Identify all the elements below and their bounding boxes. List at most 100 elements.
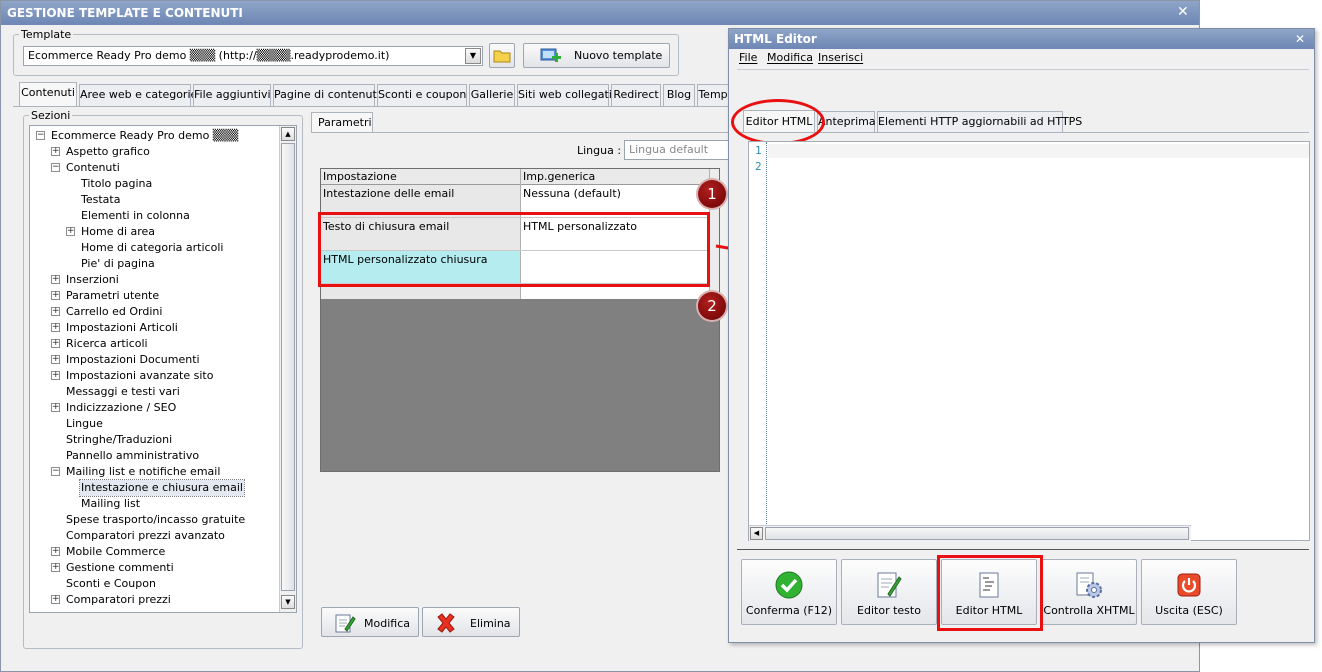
template-combo[interactable]: Ecommerce Ready Pro demo ▒▒▒ (http://▒▒▒… [23, 46, 483, 66]
tab-label: File aggiuntivi [194, 88, 271, 101]
editor-testo-button[interactable]: Editor testo [841, 559, 937, 625]
tab-elementi-http-label: Elementi HTTP aggiornabili ad HTTPS [878, 115, 1083, 128]
menu-file[interactable]: File [739, 51, 757, 64]
tab-parametri[interactable]: Parametri [311, 112, 373, 133]
main-window-close-icon[interactable]: ✕ [1177, 1, 1193, 23]
new-template-button[interactable]: Nuovo template [523, 43, 670, 68]
expand-icon[interactable]: + [51, 563, 60, 572]
elimina-button[interactable]: Elimina [422, 607, 520, 637]
grid-header-impostazione: Impostazione [321, 169, 521, 185]
lingua-combo[interactable]: Lingua default [624, 140, 729, 160]
editor-h-scrollbar[interactable]: ◀ [749, 525, 1191, 541]
annotation-badge-1: 1 [698, 180, 726, 208]
expand-icon[interactable]: + [51, 403, 60, 412]
html-editor-window: HTML Editor ✕ File Modifica Inserisci Ed… [728, 28, 1315, 643]
modifica-label: Modifica [364, 617, 410, 630]
tab-parametri-label: Parametri [318, 116, 372, 129]
folder-button[interactable] [489, 43, 515, 68]
tab-file-aggiuntivi[interactable]: File aggiuntivi [193, 84, 271, 106]
tree-item-label: Comparatori prezzi avanzato [66, 529, 225, 542]
main-tabstrip: Contenuti Aree web e categorie File aggi… [19, 82, 729, 106]
html-code-editor[interactable]: 1 2 ◀ [748, 141, 1310, 541]
combo-dropdown-arrow-icon[interactable]: ▼ [465, 48, 481, 64]
grid-cell-value[interactable]: Nessuna (default) [521, 185, 709, 202]
tab-anteprima-label: Anteprima [818, 115, 876, 128]
tree-item-label: Sconti e Coupon [66, 577, 156, 590]
tab-blog[interactable]: Blog [663, 84, 695, 106]
expand-icon[interactable]: + [51, 323, 60, 332]
tree-item-label: Aspetto grafico [66, 145, 150, 158]
lingua-placeholder: Lingua default [629, 143, 709, 156]
expand-icon[interactable]: + [51, 595, 60, 604]
edit-icon [335, 614, 356, 633]
tab-contenuti[interactable]: Contenuti [19, 82, 77, 106]
tab-template[interactable]: Temp [697, 84, 729, 106]
tab-redirect[interactable]: Redirect [611, 84, 661, 106]
expand-icon[interactable]: + [51, 371, 60, 380]
scroll-up-icon[interactable]: ▲ [281, 127, 295, 141]
annotation-oval-editor-tab [731, 99, 825, 145]
sections-tree[interactable]: − Ecommerce Ready Pro demo ▒▒▒ + Aspetto gr… [29, 125, 297, 613]
tree-item-label: Stringhe/Traduzioni [66, 433, 173, 446]
tab-sconti-coupon[interactable]: Sconti e coupon [377, 84, 467, 106]
line-number: 1 [755, 144, 762, 157]
tab-siti-web-collegati[interactable]: Siti web collegati [517, 84, 612, 106]
line-number: 2 [755, 160, 762, 173]
tree-item-label: Gestione commenti [66, 561, 174, 574]
current-line-highlight [768, 144, 1309, 158]
collapse-icon[interactable]: − [36, 131, 45, 140]
uscita-button[interactable]: Uscita (ESC) [1141, 559, 1237, 625]
buttons-divider [737, 549, 1309, 550]
tab-label: Aree web e categorie [80, 88, 198, 101]
tree-item-label: Pie' di pagina [81, 257, 155, 270]
expand-icon[interactable]: + [51, 547, 60, 556]
tree-item-label: Elementi in colonna [81, 209, 190, 222]
scroll-down-icon[interactable]: ▼ [281, 595, 295, 609]
expand-icon[interactable]: + [51, 147, 60, 156]
annotation-box-editor-html-button [937, 555, 1043, 631]
tree-item-label: Contenuti [66, 161, 120, 174]
expand-icon[interactable]: + [51, 355, 60, 364]
tab-label: Pagine di contenuti [274, 88, 380, 101]
conferma-button[interactable]: Conferma (F12) [741, 559, 837, 625]
tree-scroll-thumb[interactable] [281, 143, 295, 591]
menu-inserisci[interactable]: Inserisci [818, 51, 863, 64]
new-template-icon [540, 48, 561, 62]
pencil-document-icon [877, 572, 902, 598]
controlla-xhtml-button[interactable]: Controlla XHTML [1041, 559, 1137, 625]
collapse-icon[interactable]: − [51, 467, 60, 476]
tab-anteprima[interactable]: Anteprima [817, 111, 876, 132]
grid-header-imp-generica: Imp.generica [523, 170, 596, 183]
collapse-icon[interactable]: − [51, 163, 60, 172]
lingua-label: Lingua : [577, 144, 622, 157]
modifica-button[interactable]: Modifica [321, 607, 419, 637]
folder-icon [493, 50, 511, 63]
expand-icon[interactable]: + [51, 291, 60, 300]
controlla-xhtml-label: Controlla XHTML [1043, 604, 1135, 617]
tree-item-label: Pannello amministrativo [66, 449, 200, 462]
expand-icon[interactable]: + [51, 339, 60, 348]
editor-title: HTML Editor [729, 29, 1314, 49]
tab-elementi-http[interactable]: Elementi HTTP aggiornabili ad HTTPS [877, 111, 1082, 132]
expand-icon[interactable]: + [66, 227, 75, 236]
tree-scrollbar[interactable]: ▲ ▼ [279, 126, 296, 612]
delete-x-icon [437, 613, 455, 633]
tree-item-label: Testata [81, 193, 121, 206]
tab-gallerie[interactable]: Gallerie [469, 84, 515, 106]
editor-h-scroll-thumb[interactable] [765, 527, 1189, 540]
elimina-label: Elimina [470, 617, 511, 630]
editor-close-icon[interactable]: ✕ [1295, 29, 1308, 49]
menu-modifica[interactable]: Modifica [767, 51, 813, 64]
tab-pagine-contenuti[interactable]: Pagine di contenuti [273, 84, 380, 106]
expand-icon[interactable]: + [51, 307, 60, 316]
tree-item-label: Carrello ed Ordini [66, 305, 163, 318]
tree-item-label: Messaggi e testi vari [66, 385, 180, 398]
tab-aree-web[interactable]: Aree web e categorie [79, 84, 197, 106]
main-window-title-text: GESTIONE TEMPLATE E CONTENUTI [7, 6, 243, 20]
tab-divider [13, 106, 729, 107]
tree-item-label: Home di categoria articoli [81, 241, 224, 254]
expand-icon[interactable]: + [51, 275, 60, 284]
params-divider [311, 132, 729, 133]
tree-item-label: Comparatori prezzi [66, 593, 171, 606]
scroll-left-icon[interactable]: ◀ [750, 527, 763, 540]
